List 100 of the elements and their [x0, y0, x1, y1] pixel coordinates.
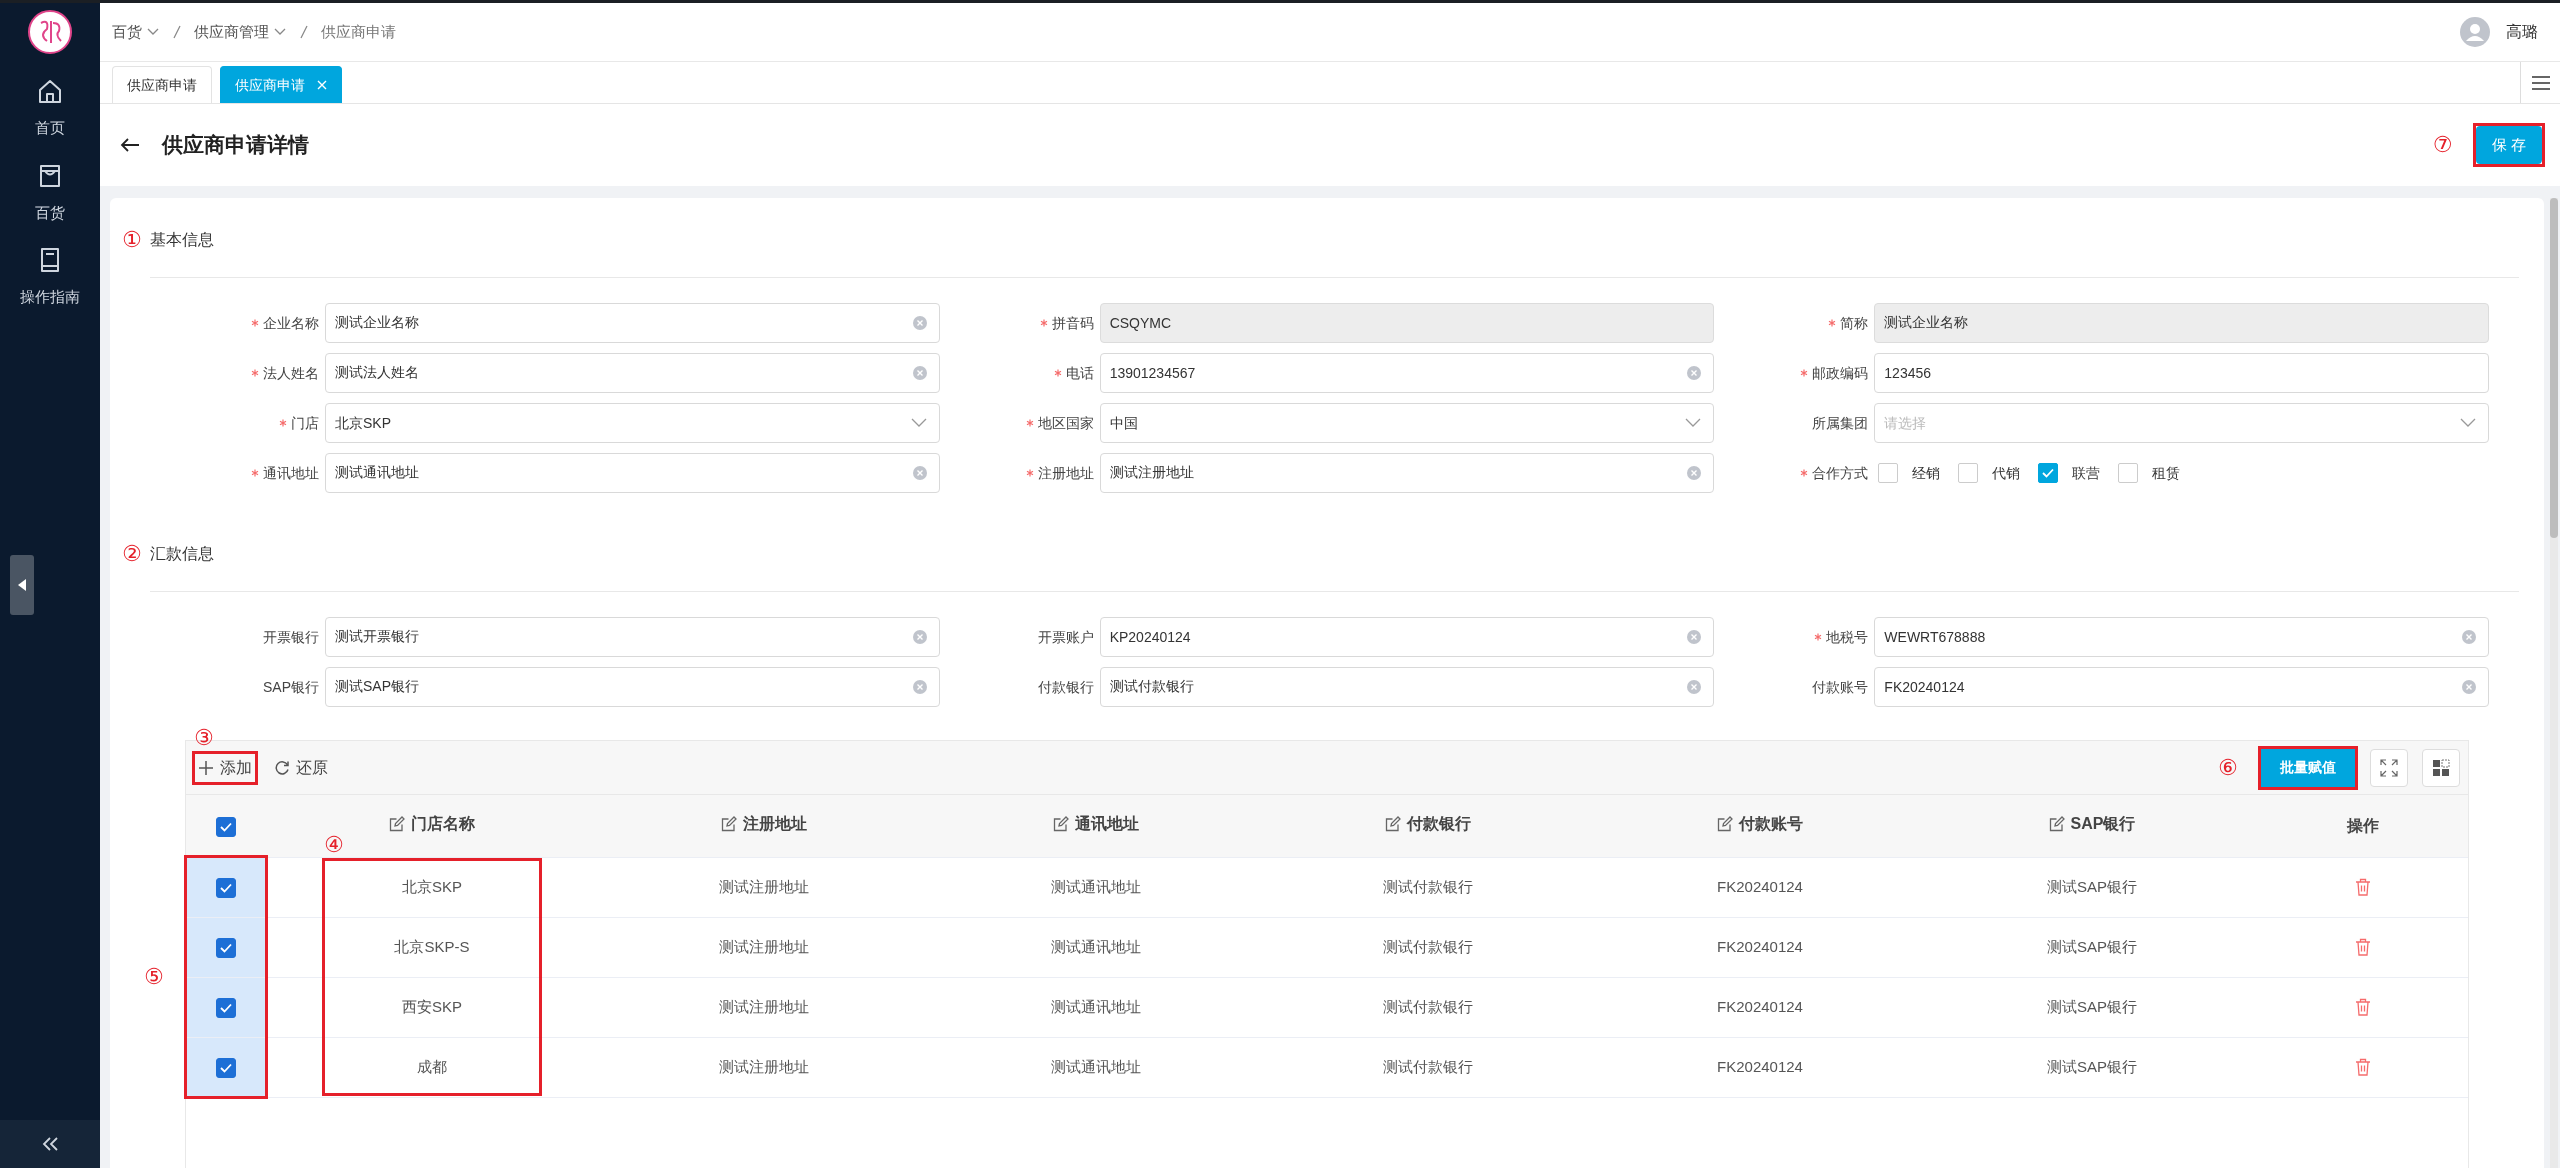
- logo-icon: [27, 9, 73, 55]
- refresh-icon: [274, 759, 290, 776]
- column-header: SAP银行: [1926, 795, 2258, 857]
- reset-button[interactable]: 还原: [270, 752, 332, 783]
- field-label: 合作方式: [1812, 463, 1869, 483]
- table-cell: 西安SKP: [266, 977, 598, 1037]
- delete-icon[interactable]: [2355, 878, 2371, 896]
- checkbox[interactable]: [216, 816, 236, 837]
- add-button[interactable]: 添加: [194, 752, 256, 783]
- input-field[interactable]: 测试开票银行: [325, 617, 940, 657]
- input-field[interactable]: 测试注册地址: [1099, 453, 1715, 493]
- field-label: 地税号: [1826, 627, 1869, 647]
- clear-icon[interactable]: [1686, 629, 1703, 645]
- table-cell: 北京SKP-S: [266, 917, 598, 977]
- table-cell: FK20240124: [1594, 977, 1926, 1037]
- table-cell: 测试SAP银行: [1926, 857, 2258, 917]
- field-label: 邮政编码: [1812, 363, 1869, 383]
- sidebar-item[interactable]: 操作指南: [20, 246, 80, 309]
- input-field[interactable]: 测试法人姓名: [325, 353, 940, 393]
- annotation-number: ③: [194, 726, 214, 749]
- clear-icon[interactable]: [1686, 465, 1703, 481]
- breadcrumb-item[interactable]: 供应商申请: [321, 20, 396, 44]
- annotation-number: ⑥: [2218, 756, 2238, 779]
- field-label: 地区国家: [1037, 413, 1094, 433]
- table-cell: 测试付款银行: [1262, 917, 1594, 977]
- input-field[interactable]: 测试SAP银行: [325, 667, 940, 707]
- avatar-icon: [2460, 17, 2490, 47]
- menu-icon[interactable]: [2530, 74, 2551, 91]
- check-icon: [220, 882, 232, 893]
- input-field[interactable]: 测试通讯地址: [325, 453, 940, 493]
- field-label: 注册地址: [1037, 463, 1094, 483]
- column-header: 付款银行: [1262, 795, 1594, 857]
- clear-icon[interactable]: [1686, 679, 1703, 695]
- field-label: 付款账号: [1812, 677, 1869, 697]
- input-field[interactable]: CSQYMC: [1099, 303, 1715, 343]
- clear-icon[interactable]: [911, 465, 928, 481]
- expand-icon: [2380, 758, 2398, 777]
- clear-icon[interactable]: [2461, 629, 2477, 645]
- delete-icon[interactable]: [2355, 938, 2371, 956]
- table-cell: 测试通讯地址: [930, 917, 1262, 977]
- field-label: 门店: [291, 413, 319, 433]
- clear-icon[interactable]: [911, 679, 928, 695]
- delete-icon[interactable]: [2355, 1058, 2371, 1076]
- table-cell: 测试注册地址: [598, 977, 930, 1037]
- table-cell: FK20240124: [1594, 917, 1926, 977]
- sidebar-item[interactable]: 首页: [35, 77, 65, 140]
- delete-icon[interactable]: [2355, 998, 2371, 1016]
- checkbox-label[interactable]: 联营: [2072, 462, 2101, 484]
- table-cell: 测试注册地址: [598, 1037, 930, 1097]
- table-cell: 测试通讯地址: [930, 857, 1262, 917]
- tab[interactable]: 供应商申请: [112, 66, 212, 103]
- plus-icon: [198, 759, 214, 776]
- clear-icon[interactable]: [1686, 365, 1703, 381]
- annotation-number: ②: [122, 543, 142, 565]
- scrollbar[interactable]: [2550, 198, 2558, 1168]
- clear-icon[interactable]: [911, 365, 928, 381]
- column-header: 通讯地址: [930, 795, 1262, 857]
- field-label: 拼音码: [1051, 313, 1094, 333]
- table-cell: 测试付款银行: [1262, 977, 1594, 1037]
- sidebar-item[interactable]: 百货: [35, 161, 65, 224]
- breadcrumb-item[interactable]: 供应商管理: [194, 20, 287, 44]
- collapse-handle[interactable]: [10, 555, 34, 615]
- table-cell: 测试付款银行: [1262, 1037, 1594, 1097]
- input-field[interactable]: FK20240124: [1874, 667, 2489, 707]
- annotation-number: ④: [324, 834, 344, 856]
- annotation-number: ⑦: [2432, 134, 2453, 156]
- dropdown-field[interactable]: 中国: [1099, 403, 1715, 443]
- checkbox[interactable]: [2038, 463, 2059, 483]
- column-header: 操作: [2258, 795, 2468, 857]
- checkbox-label[interactable]: 代销: [1992, 462, 2021, 484]
- input-field[interactable]: 13901234567: [1099, 353, 1715, 393]
- check-icon: [220, 1002, 232, 1013]
- fullscreen-button[interactable]: [2370, 748, 2408, 787]
- field-label: 所属集团: [1812, 413, 1869, 433]
- clear-icon[interactable]: [911, 315, 928, 331]
- back-arrow-icon[interactable]: [120, 137, 140, 153]
- table-cell: 北京SKP: [266, 857, 598, 917]
- input-field[interactable]: KP20240124: [1099, 617, 1715, 657]
- checkbox[interactable]: [216, 997, 236, 1018]
- input-field[interactable]: 测试企业名称: [325, 303, 940, 343]
- input-field[interactable]: 测试企业名称: [1874, 303, 2489, 343]
- input-field[interactable]: WEWRT678888: [1874, 617, 2489, 657]
- close-icon[interactable]: [317, 80, 327, 90]
- input-field[interactable]: 123456: [1874, 353, 2489, 393]
- checkbox-label[interactable]: 经销: [1912, 462, 1941, 484]
- check-icon: [220, 1062, 232, 1073]
- dropdown-field[interactable]: 北京SKP: [325, 403, 940, 443]
- input-field[interactable]: 测试付款银行: [1099, 667, 1715, 707]
- check-icon: [2042, 468, 2055, 478]
- checkbox[interactable]: [216, 877, 236, 898]
- field-label: SAP银行: [263, 677, 319, 697]
- field-label: 开票银行: [263, 627, 319, 647]
- clear-icon[interactable]: [911, 629, 928, 645]
- annotation-number: ①: [122, 229, 142, 251]
- breadcrumb-item[interactable]: 百货: [112, 20, 160, 44]
- clear-icon[interactable]: [2461, 679, 2477, 695]
- checkbox-label[interactable]: 租赁: [2152, 462, 2181, 484]
- column-settings-button[interactable]: [2422, 748, 2460, 787]
- checkbox[interactable]: [216, 937, 236, 958]
- checkbox[interactable]: [216, 1057, 236, 1078]
